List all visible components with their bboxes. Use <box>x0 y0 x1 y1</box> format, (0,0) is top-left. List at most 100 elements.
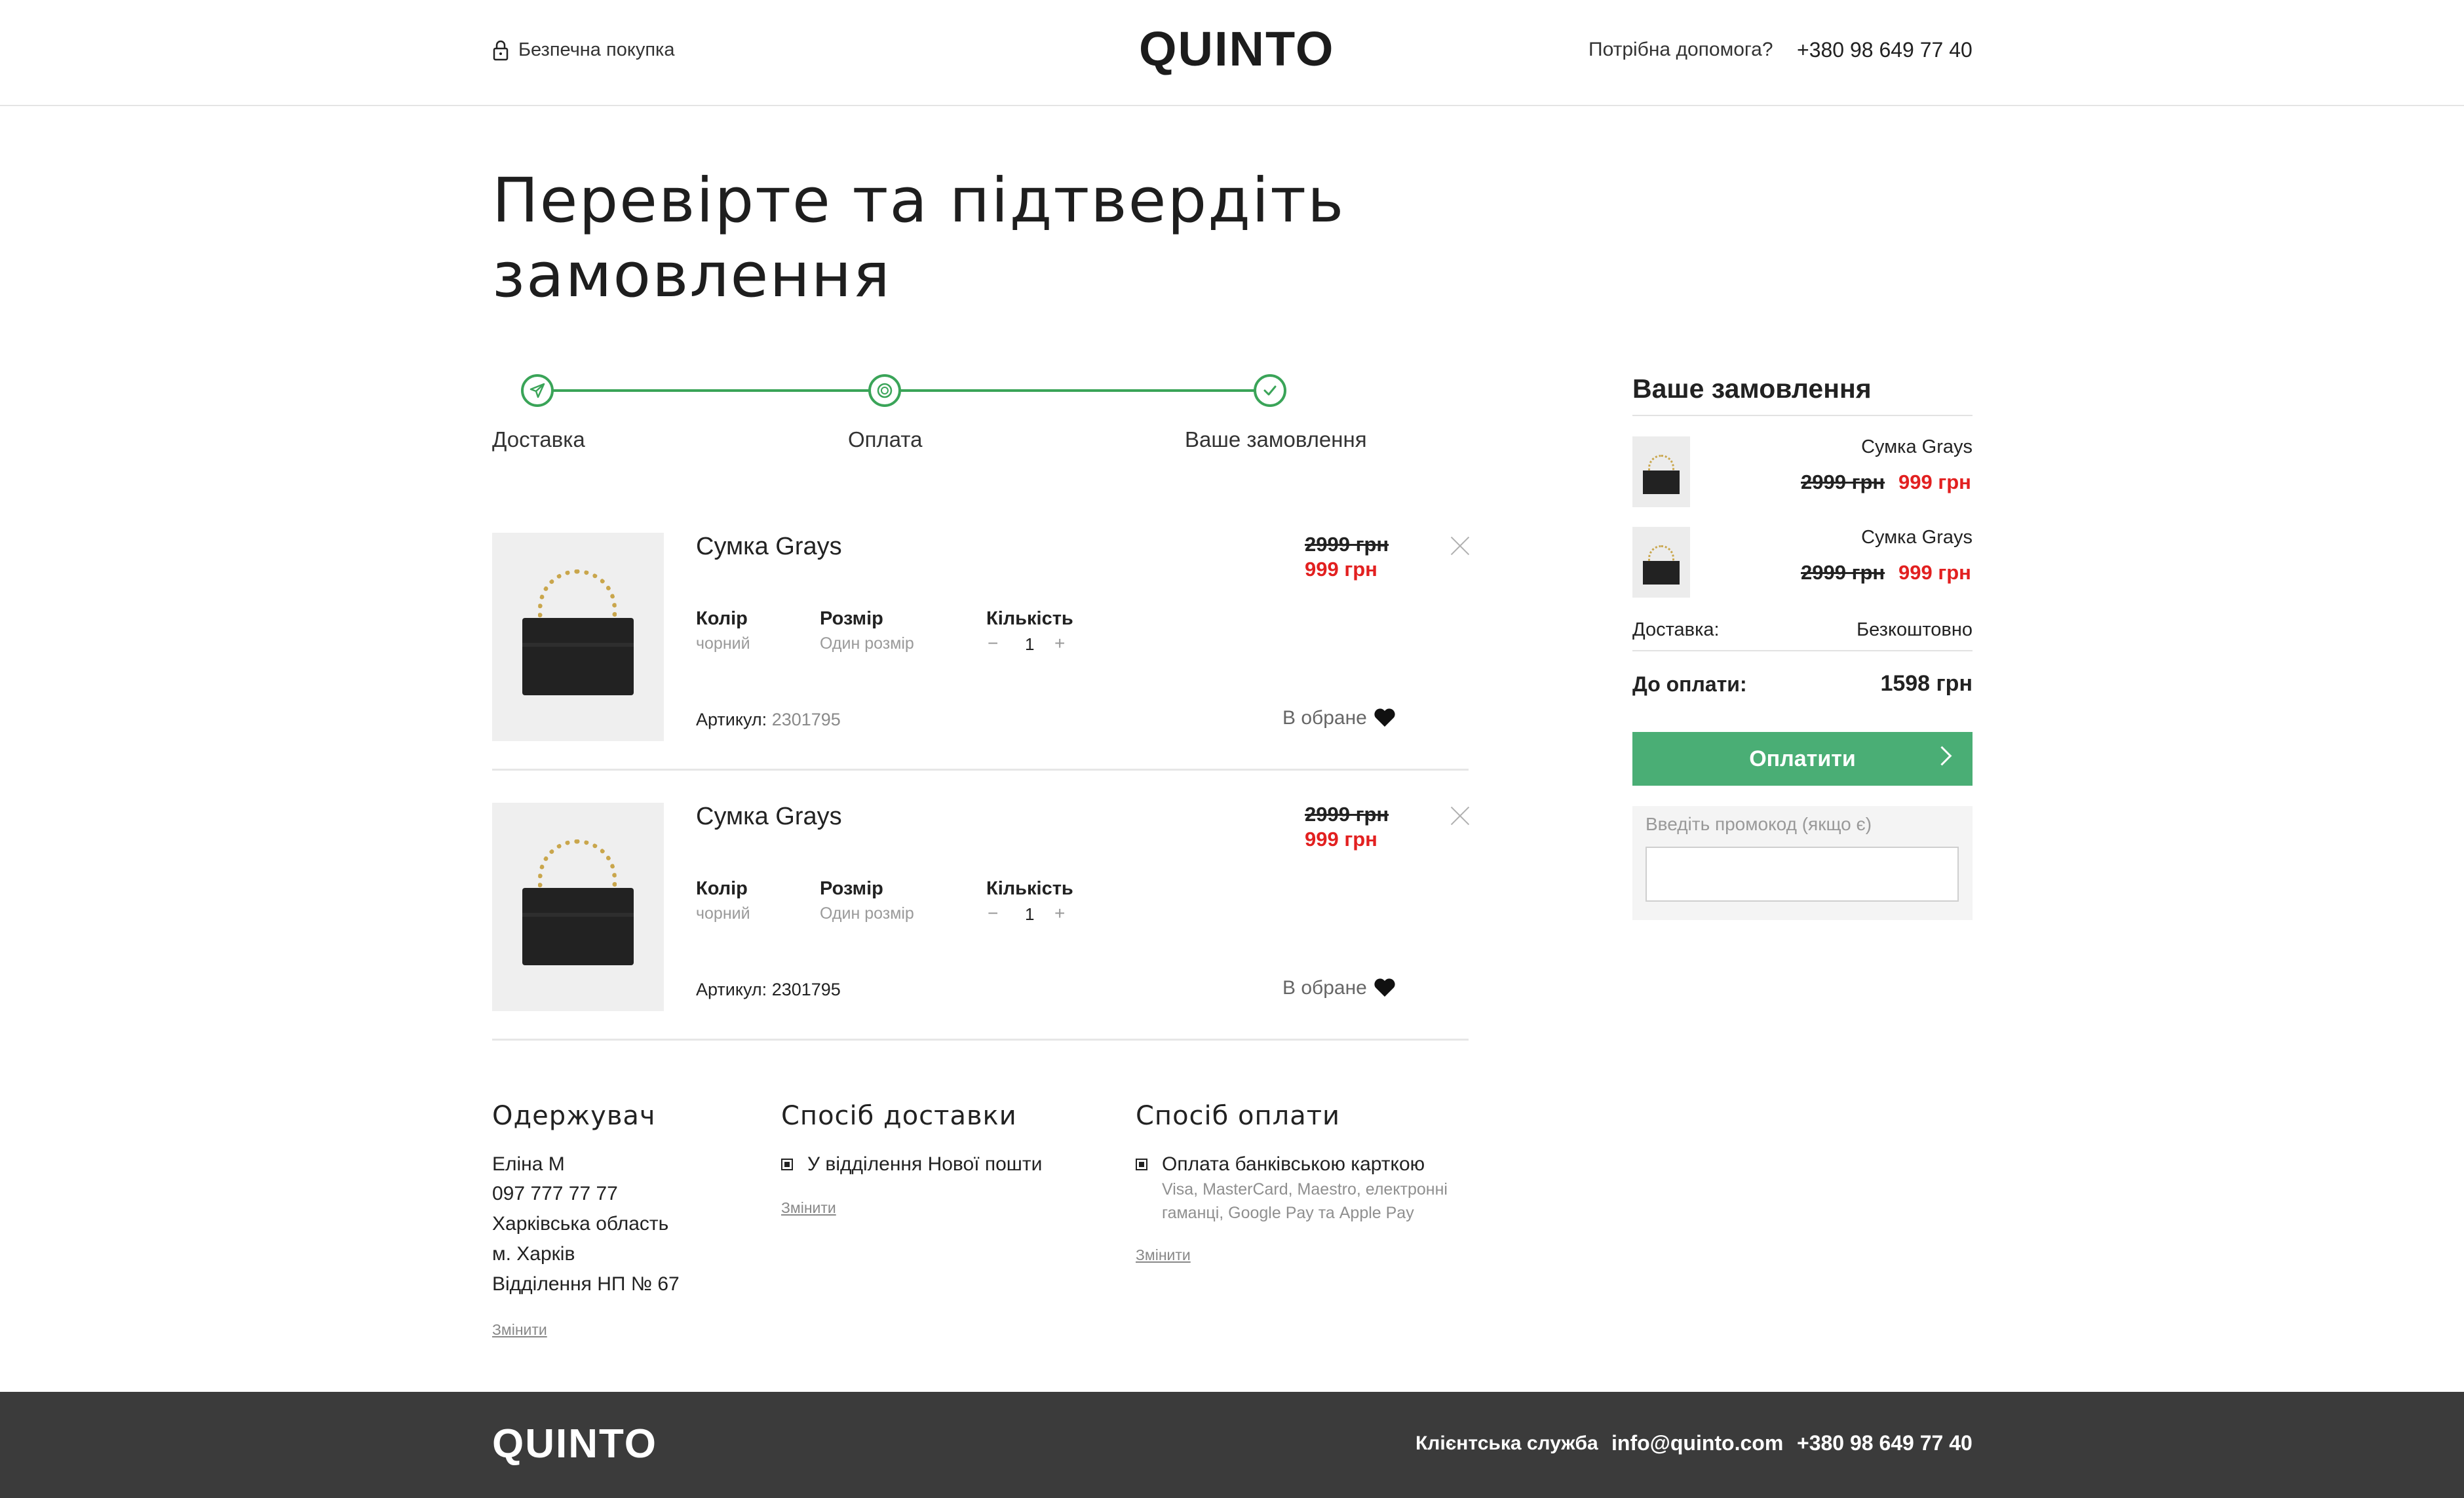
promo-code-input[interactable] <box>1646 847 1959 902</box>
summary-item-name: Сумка Grays <box>1861 436 1973 457</box>
payment-option-label[interactable]: Оплата банківською карткою <box>1162 1153 1425 1176</box>
product-image[interactable] <box>492 803 664 1011</box>
summary-item-price: 999 грн <box>1898 561 1971 584</box>
quantity-value[interactable]: 1 <box>1025 904 1034 925</box>
old-price: 2999 грн <box>1305 803 1389 826</box>
total-value: 1598 грн <box>1880 671 1973 696</box>
promo-code-box: Введіть промокод (якщо є) <box>1632 806 1973 920</box>
step-label-delivery: Доставка <box>492 427 585 451</box>
old-price: 2999 грн <box>1305 533 1389 556</box>
color-label: Колір <box>696 878 748 899</box>
color-value: чорний <box>696 904 750 923</box>
summary-item-price: 999 грн <box>1898 471 1971 493</box>
help-link[interactable]: Потрібна допомога? <box>1588 39 1773 61</box>
item-divider <box>492 1039 1469 1041</box>
change-delivery-link[interactable]: Змінити <box>781 1199 836 1217</box>
step-payment[interactable] <box>868 374 901 407</box>
delivery-cost-label: Доставка: <box>1632 619 1720 640</box>
recipient-name: Еліна М <box>492 1153 565 1175</box>
summary-heading: Ваше замовлення <box>1632 374 1872 404</box>
step-label-payment: Оплата <box>848 427 923 451</box>
footer-email-link[interactable]: info@quinto.com <box>1611 1431 1783 1455</box>
delivery-heading: Спосіб доставки <box>781 1101 1017 1131</box>
delivery-option-radio[interactable] <box>781 1159 793 1170</box>
payment-note-line1: Visa, MasterCard, Maestro, електронні <box>1162 1180 1448 1199</box>
lock-icon <box>493 40 509 60</box>
quantity-value[interactable]: 1 <box>1025 634 1034 655</box>
delivery-cost-value: Безкоштовно <box>1857 619 1973 640</box>
step-delivery[interactable] <box>521 374 554 407</box>
product-name[interactable]: Сумка Grays <box>696 533 842 561</box>
payment-icon <box>877 383 893 398</box>
quantity-decrease-button[interactable]: − <box>988 633 998 654</box>
bag-body <box>1643 471 1680 494</box>
remove-item-button[interactable] <box>1450 806 1470 826</box>
footer-phone-link[interactable]: +380 98 649 77 40 <box>1797 1431 1973 1455</box>
summary-item-old-price: 2999 грн <box>1801 561 1885 584</box>
sale-price: 999 грн <box>1305 828 1377 851</box>
summary-item-image <box>1632 527 1690 598</box>
customer-service-link[interactable]: Клієнтська служба <box>1415 1432 1598 1455</box>
color-label: Колір <box>696 608 748 629</box>
promo-code-label: Введіть промокод (якщо є) <box>1646 814 1872 834</box>
sku-label: Артикул: <box>696 710 767 729</box>
site-footer: QUINTO Клієнтська служба info@quinto.com… <box>0 1392 2464 1498</box>
header-phone[interactable]: +380 98 649 77 40 <box>1797 38 1973 62</box>
summary-divider <box>1632 650 1973 651</box>
quantity-increase-button[interactable]: + <box>1054 633 1065 654</box>
heart-icon <box>1374 978 1395 997</box>
payment-heading: Спосіб оплати <box>1136 1101 1341 1131</box>
cart-item: Сумка Grays Колір чорний Розмір Один роз… <box>492 803 1469 1071</box>
favorites-label: В обране <box>1282 707 1367 729</box>
secure-purchase: Безпечна покупка <box>492 39 675 61</box>
size-label: Розмір <box>820 878 883 899</box>
quantity-increase-button[interactable]: + <box>1054 903 1065 924</box>
summary-item-image <box>1632 436 1690 507</box>
favorites-label: В обране <box>1282 977 1367 999</box>
send-icon <box>529 383 545 398</box>
quantity-decrease-button[interactable]: − <box>988 903 998 924</box>
stepper-progress-line <box>539 389 1270 392</box>
product-name[interactable]: Сумка Grays <box>696 803 842 831</box>
total-label: До оплати: <box>1632 672 1747 696</box>
change-payment-link[interactable]: Змінити <box>1136 1246 1191 1264</box>
step-label-order: Ваше замовлення <box>1185 427 1367 451</box>
size-label: Розмір <box>820 608 883 629</box>
pay-button[interactable]: Оплатити <box>1632 732 1973 786</box>
summary-divider <box>1632 415 1973 416</box>
color-value: чорний <box>696 634 750 653</box>
chevron-right-icon <box>1932 746 1952 766</box>
secure-label: Безпечна покупка <box>518 39 675 60</box>
heart-icon <box>1374 708 1395 727</box>
payment-note-line2: гаманці, Google Pay та Apple Pay <box>1162 1204 1414 1222</box>
bag-body <box>522 618 634 695</box>
bag-body <box>522 888 634 965</box>
quantity-label: Кількість <box>986 878 1073 899</box>
summary-item-old-price: 2999 грн <box>1801 471 1885 493</box>
step-order[interactable] <box>1254 374 1286 407</box>
footer-logo[interactable]: QUINTO <box>492 1421 657 1467</box>
sale-price: 999 грн <box>1305 558 1377 581</box>
pay-button-label: Оплатити <box>1749 746 1856 771</box>
add-to-favorites-button[interactable]: В обране <box>1282 977 1396 999</box>
sku-value: 2301795 <box>771 980 841 999</box>
remove-item-button[interactable] <box>1450 536 1470 556</box>
summary-item-name: Сумка Grays <box>1861 527 1973 548</box>
sku-value: 2301795 <box>771 710 841 729</box>
delivery-option-label[interactable]: У відділення Нової пошти <box>807 1153 1042 1176</box>
check-icon <box>1263 385 1277 396</box>
page-title: Перевірте та підтвердіть замовлення <box>492 165 1345 311</box>
logo[interactable]: QUINTO <box>1139 21 1334 77</box>
recipient-branch: Відділення НП № 67 <box>492 1273 680 1295</box>
sku-label: Артикул: <box>696 980 767 999</box>
change-recipient-link[interactable]: Змінити <box>492 1321 547 1339</box>
size-value: Один розмір <box>820 634 914 653</box>
cart-item: Сумка Grays Колір чорний Розмір Один роз… <box>492 533 1469 801</box>
item-divider <box>492 769 1469 771</box>
payment-option-radio[interactable] <box>1136 1159 1147 1170</box>
recipient-city: м. Харків <box>492 1243 575 1265</box>
add-to-favorites-button[interactable]: В обране <box>1282 707 1396 729</box>
product-image[interactable] <box>492 533 664 741</box>
recipient-heading: Одержувач <box>492 1101 656 1131</box>
size-value: Один розмір <box>820 904 914 923</box>
